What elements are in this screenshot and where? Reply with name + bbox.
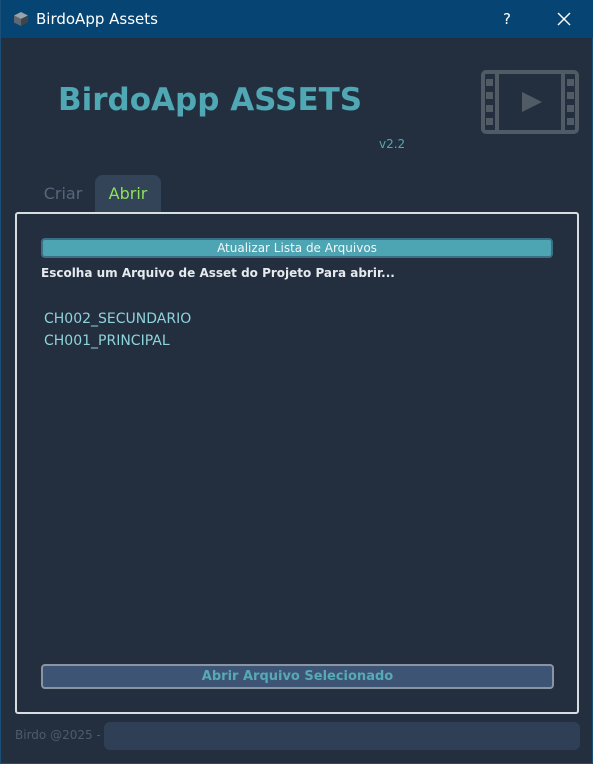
app-heading: BirdoApp ASSETS	[58, 82, 363, 118]
tab-criar[interactable]: Criar	[35, 175, 91, 213]
footer-credit: Birdo @2025 -	[15, 728, 101, 742]
title-bar: BirdoApp Assets ?	[1, 0, 593, 38]
app-window: BirdoApp Assets ? BirdoApp ASSETS v2.2 C…	[0, 0, 593, 764]
help-button[interactable]: ?	[487, 0, 527, 38]
open-selected-button[interactable]: Abrir Arquivo Selecionado	[41, 664, 554, 689]
tab-abrir[interactable]: Abrir	[95, 175, 161, 213]
abrir-panel	[15, 212, 579, 714]
window-title: BirdoApp Assets	[36, 10, 158, 28]
refresh-list-button[interactable]: Atualizar Lista de Arquivos	[41, 238, 553, 258]
list-item[interactable]: CH002_SECUNDARIO	[41, 308, 551, 330]
close-button[interactable]	[542, 0, 586, 38]
app-cube-icon	[13, 11, 29, 27]
close-icon	[557, 12, 571, 26]
film-play-icon	[481, 70, 579, 134]
version-label: v2.2	[379, 137, 406, 151]
list-item[interactable]: CH001_PRINCIPAL	[41, 330, 551, 352]
status-field	[104, 722, 580, 750]
instructions-label: Escolha um Arquivo de Asset do Projeto P…	[41, 266, 395, 280]
asset-file-list[interactable]: CH002_SECUNDARIO CH001_PRINCIPAL	[41, 308, 551, 352]
